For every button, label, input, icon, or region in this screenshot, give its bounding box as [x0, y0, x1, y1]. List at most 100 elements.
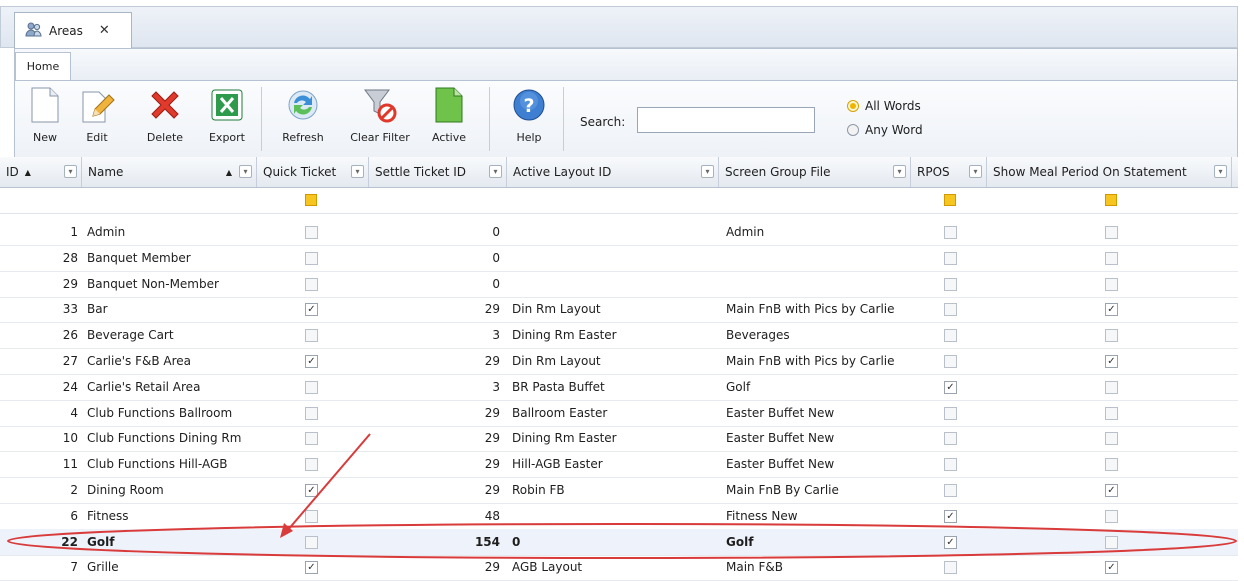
radio-unselected-icon[interactable] [847, 124, 859, 136]
rpos-checkbox[interactable] [944, 432, 957, 446]
quick-ticket-checkbox[interactable]: ✓ [305, 355, 318, 368]
edit-button[interactable]: Edit [69, 85, 125, 153]
table-row[interactable]: 29 Banquet Non-Member 0 [0, 271, 1238, 298]
column-header-screen-group-file[interactable]: Screen Group File ▾ [719, 157, 911, 187]
table-row[interactable]: 28 Banquet Member 0 [0, 245, 1238, 272]
table-row[interactable]: 4 Club Functions Ballroom 29 Ballroom Easte… [0, 400, 1238, 427]
rpos-checkbox[interactable] [944, 484, 957, 497]
ribbon-tab-home[interactable]: Home [15, 52, 71, 80]
rpos-checkbox[interactable] [944, 277, 957, 291]
meal-period-filter-icon[interactable] [1105, 194, 1117, 206]
filter-dropdown-icon[interactable]: ▾ [893, 165, 906, 178]
new-document-icon [25, 85, 65, 125]
meal-period-checkbox[interactable] [1105, 277, 1118, 291]
cell-settle-ticket-id: 29 [484, 405, 500, 420]
rpos-checkbox[interactable] [944, 329, 957, 343]
meal-period-checkbox[interactable]: ✓ [1105, 303, 1118, 317]
column-header-id[interactable]: ID ▲ ▾ [0, 157, 82, 187]
table-row[interactable]: 27 Carlie's F&B Area ✓ 29 Din Rm Layout Main … [0, 348, 1238, 375]
help-button[interactable]: ? Help [501, 85, 557, 153]
quick-ticket-checkbox[interactable]: ✓ [305, 484, 318, 497]
quick-ticket-filter-icon[interactable] [305, 194, 317, 206]
filter-dropdown-icon[interactable]: ▾ [701, 165, 714, 178]
table-row[interactable]: 6 Fitness 48 Fitness New ✓ [0, 503, 1238, 530]
meal-period-checkbox[interactable] [1105, 432, 1118, 446]
table-row[interactable]: 7 Grille ✓ 29 AGB Layout Main F&B ✓ [0, 554, 1238, 581]
quick-ticket-checkbox[interactable] [305, 226, 318, 239]
quick-ticket-checkbox[interactable] [305, 277, 318, 291]
quick-ticket-checkbox[interactable]: ✓ [305, 303, 318, 317]
cell-id: 6 [70, 508, 78, 523]
meal-period-checkbox[interactable]: ✓ [1105, 484, 1118, 497]
rpos-checkbox[interactable]: ✓ [944, 535, 957, 549]
quick-ticket-checkbox[interactable] [305, 406, 318, 420]
active-button[interactable]: Active [421, 85, 477, 153]
radio-selected-icon[interactable] [847, 100, 859, 112]
rpos-checkbox[interactable]: ✓ [944, 380, 957, 394]
quick-ticket-checkbox[interactable] [305, 329, 318, 343]
filter-dropdown-icon[interactable]: ▾ [351, 165, 364, 178]
meal-period-checkbox[interactable]: ✓ [1105, 561, 1118, 575]
search-input[interactable] [637, 107, 815, 133]
cell-active-layout-id: 0 [512, 534, 521, 549]
quick-ticket-checkbox[interactable] [305, 458, 318, 472]
meal-period-checkbox[interactable] [1105, 380, 1118, 394]
table-row[interactable]: 10 Club Functions Dining Rm 29 Dining Rm Ea… [0, 425, 1238, 453]
quick-ticket-checkbox[interactable]: ✓ [305, 561, 318, 575]
close-tab-icon[interactable]: ✕ [99, 23, 110, 38]
table-row[interactable]: 33 Bar ✓ 29 Din Rm Layout Main FnB with Pics … [0, 296, 1238, 324]
cell-id: 29 [62, 276, 78, 291]
column-header-show-meal-period[interactable]: Show Meal Period On Statement ▾ [987, 157, 1232, 187]
meal-period-checkbox[interactable] [1105, 535, 1118, 549]
filter-dropdown-icon[interactable]: ▾ [489, 165, 502, 178]
quick-ticket-checkbox[interactable] [305, 251, 318, 265]
meal-period-checkbox[interactable] [1105, 329, 1118, 343]
quick-ticket-checkbox[interactable] [305, 380, 318, 394]
rpos-checkbox[interactable] [944, 355, 957, 368]
meal-period-checkbox[interactable] [1105, 406, 1118, 420]
cell-id: 1 [70, 225, 78, 239]
cell-settle-ticket-id: 29 [484, 457, 500, 472]
column-header-rpos[interactable]: RPOS ▾ [911, 157, 987, 187]
table-row[interactable]: 24 Carlie's Retail Area 3 BR Pasta Buffet Go… [0, 374, 1238, 401]
rpos-checkbox[interactable]: ✓ [944, 509, 957, 523]
svg-text:?: ? [523, 95, 534, 117]
meal-period-checkbox[interactable] [1105, 251, 1118, 265]
table-row[interactable]: 26 Beverage Cart 3 Dining Rm Easter Beverage… [0, 322, 1238, 350]
rpos-filter-icon[interactable] [944, 194, 956, 206]
rpos-checkbox[interactable] [944, 251, 957, 265]
filter-dropdown-icon[interactable]: ▾ [969, 165, 982, 178]
column-header-name[interactable]: Name ▲ ▾ [82, 157, 257, 187]
table-row[interactable]: 22 Golf 154 0 Golf ✓ [0, 528, 1238, 556]
export-button[interactable]: Export [199, 85, 255, 153]
meal-period-checkbox[interactable]: ✓ [1105, 355, 1118, 368]
meal-period-checkbox[interactable] [1105, 458, 1118, 472]
rpos-checkbox[interactable] [944, 303, 957, 317]
delete-button[interactable]: Delete [137, 85, 193, 153]
quick-ticket-checkbox[interactable] [305, 535, 318, 549]
column-header-quick-ticket[interactable]: Quick Ticket ▾ [257, 157, 369, 187]
clear-filter-button[interactable]: Clear Filter [345, 85, 415, 153]
option-all-words[interactable]: All Words [847, 99, 921, 113]
refresh-button[interactable]: Refresh [275, 85, 331, 153]
rpos-checkbox[interactable] [944, 406, 957, 420]
table-row[interactable]: 2 Dining Room ✓ 29 Robin FB Main FnB By Carli… [0, 477, 1238, 504]
column-header-settle-ticket-id[interactable]: Settle Ticket ID ▾ [369, 157, 507, 187]
filter-dropdown-icon[interactable]: ▾ [64, 165, 77, 178]
filter-dropdown-icon[interactable]: ▾ [1214, 165, 1227, 178]
option-any-word[interactable]: Any Word [847, 123, 923, 137]
meal-period-checkbox[interactable] [1105, 226, 1118, 239]
table-row[interactable]: 1 Admin 0 Admin [0, 219, 1238, 246]
cell-screen-group-file: Golf [726, 534, 754, 549]
new-button[interactable]: New [17, 85, 73, 153]
meal-period-checkbox[interactable] [1105, 509, 1118, 523]
quick-ticket-checkbox[interactable] [305, 509, 318, 523]
rpos-checkbox[interactable] [944, 561, 957, 575]
column-header-active-layout-id[interactable]: Active Layout ID ▾ [507, 157, 719, 187]
quick-ticket-checkbox[interactable] [305, 432, 318, 446]
document-tab-areas[interactable]: Areas ✕ [14, 12, 132, 48]
rpos-checkbox[interactable] [944, 226, 957, 239]
rpos-checkbox[interactable] [944, 458, 957, 472]
filter-dropdown-icon[interactable]: ▾ [239, 165, 252, 178]
table-row[interactable]: 11 Club Functions Hill-AGB 29 Hill-AGB East… [0, 451, 1238, 479]
